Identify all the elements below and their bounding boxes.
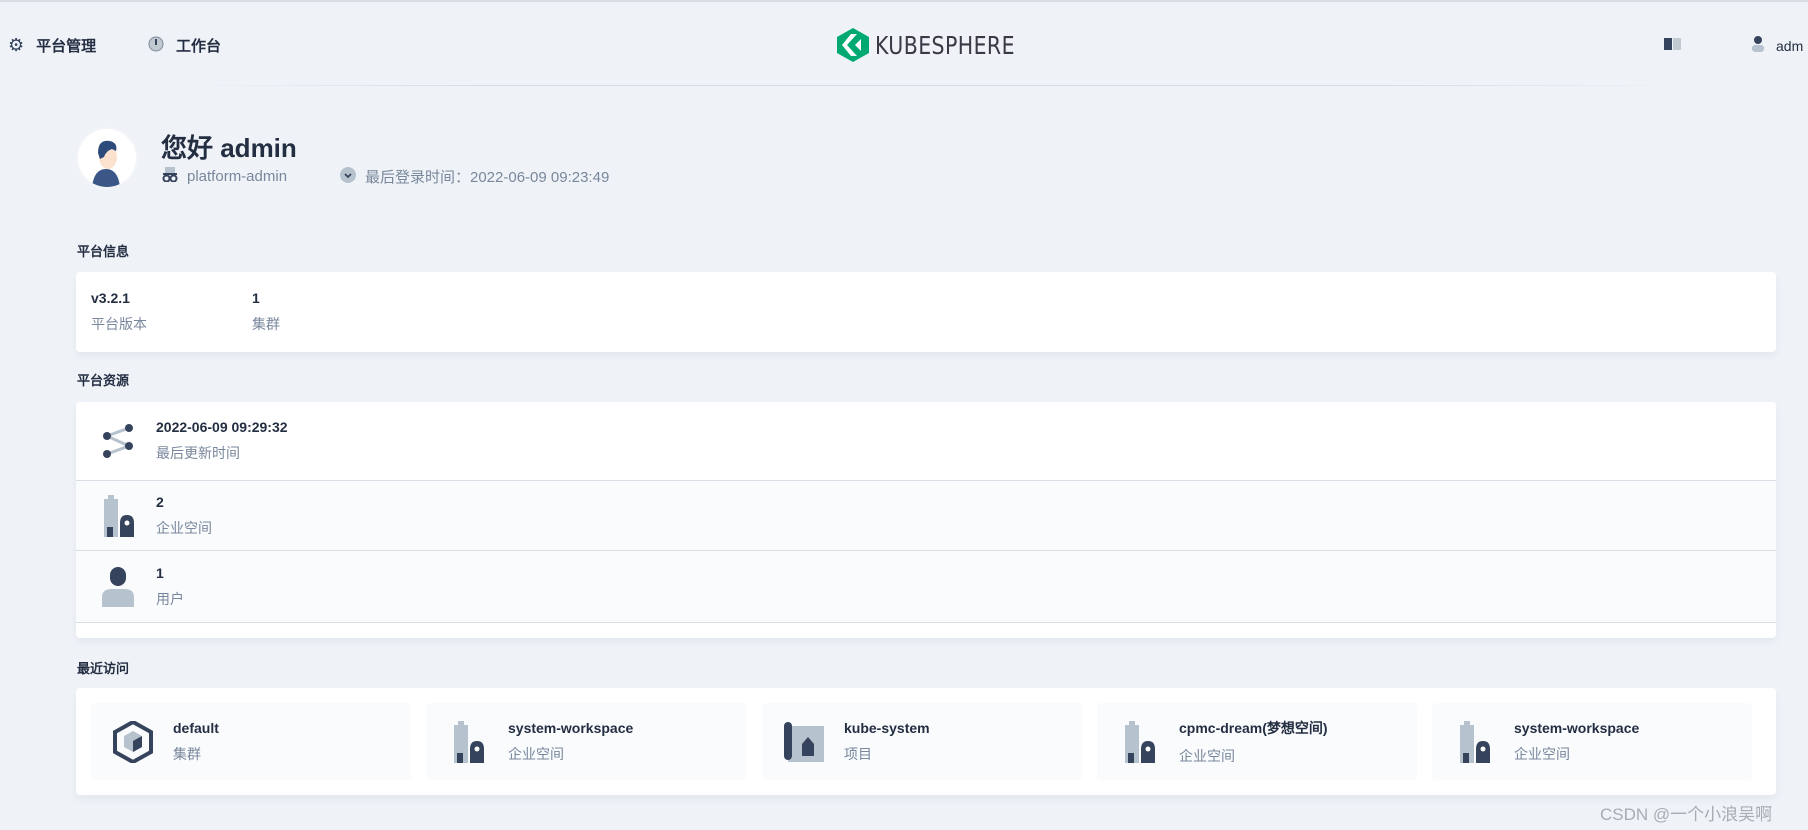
recent-item[interactable]: kube-system 项目 xyxy=(762,703,1082,780)
resource-row-workspaces[interactable]: 2 企业空间 xyxy=(76,481,1776,551)
recent-type: 项目 xyxy=(844,745,872,762)
greeting-title: 您好 admin xyxy=(161,133,297,163)
project-icon xyxy=(780,721,828,762)
recent-name: kube-system xyxy=(844,719,930,736)
recent-type: 集群 xyxy=(173,745,201,762)
resource-value: 1 xyxy=(156,564,164,581)
workspace-icon xyxy=(1450,720,1498,763)
recent-name: system-workspace xyxy=(1514,719,1640,736)
recent-name: cpmc-dream(梦想空间) xyxy=(1179,719,1328,736)
recent-name: default xyxy=(173,719,219,736)
recent-type: 企业空间 xyxy=(1179,747,1235,764)
user-icon xyxy=(98,566,138,607)
recent-item[interactable]: system-workspace 企业空间 xyxy=(1432,703,1752,780)
resource-label: 企业空间 xyxy=(156,519,212,536)
logo-text: KUBESPHERE xyxy=(875,30,1015,60)
kubesphere-logo[interactable]: KUBESPHERE xyxy=(837,28,1046,62)
recent-item[interactable]: cpmc-dream(梦想空间) 企业空间 xyxy=(1097,703,1417,780)
cluster-count: 1 集群 xyxy=(252,290,280,334)
top-border xyxy=(0,0,1808,2)
clock-icon xyxy=(340,166,356,187)
platform-resources-title: 平台资源 xyxy=(77,373,130,388)
nav-workbench[interactable]: 工作台 xyxy=(148,35,221,56)
version-value: v3.2.1 xyxy=(91,290,130,306)
version-label: 平台版本 xyxy=(91,316,147,332)
resource-row-updated: 2022-06-09 09:29:32 最后更新时间 xyxy=(76,402,1776,481)
resource-label: 最后更新时间 xyxy=(156,445,240,461)
nav-platform[interactable]: ⚙ 平台管理 xyxy=(8,35,96,56)
cluster-count-label: 集群 xyxy=(252,316,280,332)
watermark: CSDN @一个小浪吴啊 xyxy=(1600,805,1773,824)
nav-workbench-label: 工作台 xyxy=(176,38,222,55)
role-icon xyxy=(162,166,178,186)
workspace-icon xyxy=(444,720,492,763)
header-divider xyxy=(185,85,1685,86)
user-role: platform-admin xyxy=(162,166,287,186)
resource-value: 2022-06-09 09:29:32 xyxy=(156,419,288,435)
recent-item[interactable]: system-workspace 企业空间 xyxy=(426,703,746,780)
resource-value: 2 xyxy=(156,493,164,510)
recent-name: system-workspace xyxy=(508,719,634,736)
recent-item[interactable]: default 集群 xyxy=(91,703,411,780)
cluster-icon xyxy=(109,720,157,763)
dashboard-icon xyxy=(148,36,164,56)
nav-platform-label: 平台管理 xyxy=(36,38,97,55)
gear-icon: ⚙ xyxy=(8,35,25,55)
resource-label: 用户 xyxy=(156,590,184,607)
avatar xyxy=(76,127,138,189)
recent-type: 企业空间 xyxy=(508,745,564,762)
workspace-icon xyxy=(98,494,138,537)
user-icon xyxy=(1752,35,1764,56)
user-menu[interactable]: adm xyxy=(1752,35,1803,56)
docs-book-icon[interactable] xyxy=(1664,37,1682,56)
platform-version: v3.2.1 平台版本 xyxy=(91,290,147,334)
kubesphere-logo-icon xyxy=(837,28,869,62)
last-login: 最后登录时间：2022-06-09 09:23:49 xyxy=(340,166,609,187)
last-login-text: 最后登录时间：2022-06-09 09:23:49 xyxy=(365,169,610,186)
share-icon xyxy=(98,424,138,458)
platform-resources-card: 2022-06-09 09:29:32 最后更新时间 2 企业空间 1 用户 xyxy=(76,402,1776,638)
user-name: adm xyxy=(1776,37,1804,54)
recent-card: default 集群 system-workspace 企业空间 kube-syst… xyxy=(76,688,1776,795)
cluster-count-value: 1 xyxy=(252,290,260,306)
resource-row-users[interactable]: 1 用户 xyxy=(76,551,1776,623)
recent-type: 企业空间 xyxy=(1514,745,1570,762)
platform-info-card: v3.2.1 平台版本 1 集群 xyxy=(76,272,1776,352)
platform-info-title: 平台信息 xyxy=(77,244,130,259)
recent-title: 最近访问 xyxy=(77,661,130,676)
role-text: platform-admin xyxy=(187,167,288,185)
workspace-icon xyxy=(1115,720,1163,763)
